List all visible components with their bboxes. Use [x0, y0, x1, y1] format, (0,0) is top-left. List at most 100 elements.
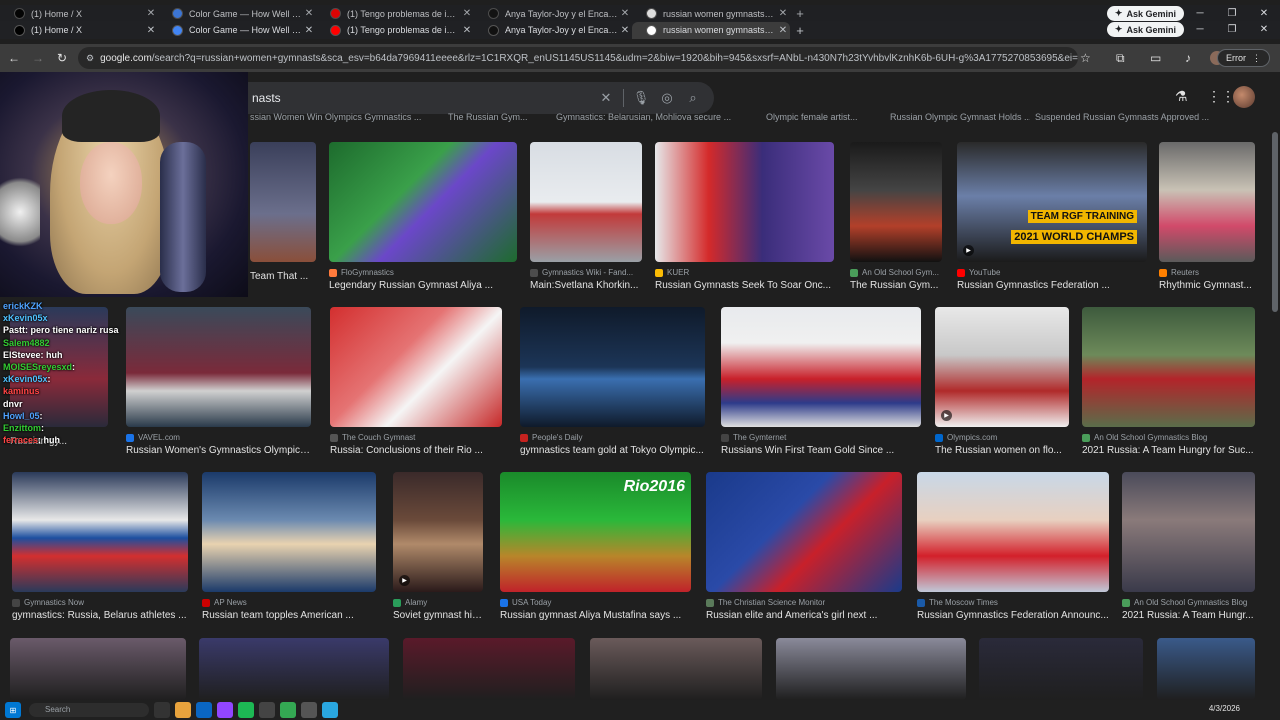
result-source[interactable]: An Old School Gymnastics Blog	[1082, 433, 1255, 442]
result-source[interactable]: USA Today	[500, 598, 691, 607]
result-title[interactable]: Russian Women's Gymnastics Olympic T...	[126, 445, 311, 456]
image-result-card[interactable]: Rio2016 USA Today Russian gymnast Aliya Mu…	[500, 472, 691, 621]
lens-icon[interactable]: ◎	[654, 90, 680, 106]
tab-1[interactable]: (1) Home / X ✕	[0, 22, 158, 39]
new-tab-button[interactable]: +	[790, 23, 810, 38]
cutoff-title[interactable]: Russian Olympic Gymnast Holds ...	[890, 112, 1030, 122]
apps-grid-icon[interactable]: ⋮⋮	[1207, 88, 1235, 105]
result-thumbnail[interactable]	[1082, 307, 1255, 427]
result-title[interactable]: Russian elite and America's girl next ..…	[706, 610, 902, 621]
cutoff-title[interactable]: ssian Women Win Olympics Gymnastics ...	[250, 112, 426, 122]
twitch-icon[interactable]	[217, 702, 233, 718]
cutoff-title[interactable]: Suspended Russian Gymnasts Approved ...	[1035, 112, 1220, 122]
image-result-card[interactable]	[776, 638, 966, 700]
split-view-icon[interactable]: ▭	[1150, 51, 1161, 65]
image-result-card[interactable]: ▶ Alamy Soviet gymnast hi-...	[393, 472, 483, 621]
task-view-icon[interactable]	[154, 702, 170, 718]
tab-close-icon[interactable]: ✕	[776, 25, 790, 36]
result-title[interactable]: Russian team topples American ...	[202, 610, 376, 621]
image-result-card[interactable]: People's Daily gymnastics team gold at To…	[520, 307, 705, 456]
result-thumbnail[interactable]: TEAM RGF TRAINING 2021 WORLD CHAMPS ▶	[957, 142, 1147, 262]
image-result-card[interactable]: TEAM RGF TRAINING 2021 WORLD CHAMPS ▶ YouTu…	[957, 142, 1147, 291]
result-title[interactable]: Russia: Conclusions of their Rio ...	[330, 445, 502, 456]
file-explorer-icon[interactable]	[175, 702, 191, 718]
result-title[interactable]: Soviet gymnast hi-...	[393, 610, 483, 621]
result-title[interactable]: Russian gymnast Aliya Mustafina says ...	[500, 610, 691, 621]
result-source[interactable]: People's Daily	[520, 433, 705, 442]
app-icon[interactable]	[301, 702, 317, 718]
tab-5[interactable]: russian women gymnasts - Goo...✕	[632, 21, 790, 39]
result-thumbnail[interactable]	[403, 638, 575, 700]
scrollbar-thumb[interactable]	[1272, 132, 1278, 312]
store-icon[interactable]	[196, 702, 212, 718]
error-button[interactable]: Error ⋮	[1217, 49, 1270, 67]
search-box[interactable]: nasts ✕ 🎙 ◎ ⌕	[248, 82, 714, 114]
image-result-card[interactable]: The Christian Science Monitor Russian eli…	[706, 472, 902, 621]
result-thumbnail[interactable]	[850, 142, 942, 262]
result-title[interactable]: Russians Win First Team Gold Since ...	[721, 445, 921, 456]
obs-icon[interactable]	[259, 702, 275, 718]
tab-2[interactable]: Color Game — How Well Can Y...✕	[158, 22, 316, 39]
result-title[interactable]: gymnastics team gold at Tokyo Olympic...	[520, 445, 705, 456]
image-result-card[interactable]	[403, 638, 575, 700]
result-thumbnail[interactable]	[329, 142, 517, 262]
result-source[interactable]: The Couch Gymnast	[330, 433, 502, 442]
result-source[interactable]: The Christian Science Monitor	[706, 598, 902, 607]
result-source[interactable]: An Old School Gym...	[850, 268, 942, 277]
restore-button[interactable]: ❐	[1216, 21, 1248, 38]
image-result-card[interactable]: The Moscow Times Russian Gymnastics Feder…	[917, 472, 1109, 621]
scrollbar[interactable]	[1270, 72, 1280, 700]
search-icon[interactable]: ⌕	[680, 90, 706, 106]
result-source[interactable]: The Moscow Times	[917, 598, 1109, 607]
result-thumbnail[interactable]	[10, 638, 186, 700]
site-info-icon[interactable]: ⚙	[86, 53, 94, 64]
cutoff-title[interactable]: Olympic female artist...	[766, 112, 876, 122]
result-thumbnail[interactable]	[520, 307, 705, 427]
image-result-card[interactable]: Gymnastics Now gymnastics: Russia, Belaru…	[12, 472, 188, 621]
image-result-card[interactable]: An Old School Gymnastics Blog 2021 Russia…	[1082, 307, 1255, 456]
result-source[interactable]: Reuters	[1159, 268, 1255, 277]
bookmark-star-icon[interactable]: ☆	[1080, 51, 1091, 65]
result-thumbnail[interactable]: ▶	[393, 472, 483, 592]
image-result-card[interactable]	[199, 638, 389, 700]
result-title[interactable]: The Russian women on flo...	[935, 445, 1069, 456]
search-input[interactable]: nasts	[248, 91, 593, 105]
result-title[interactable]: Main:Svetlana Khorkin...	[530, 280, 642, 291]
result-thumbnail[interactable]: Rio2016	[500, 472, 691, 592]
result-source[interactable]: Gymnastics Wiki - Fand...	[530, 268, 642, 277]
result-thumbnail[interactable]	[655, 142, 834, 262]
spotify-icon[interactable]	[238, 702, 254, 718]
clear-icon[interactable]: ✕	[593, 90, 619, 106]
tab-close-icon[interactable]: ✕	[302, 25, 316, 36]
result-thumbnail[interactable]	[530, 142, 642, 262]
result-thumbnail[interactable]	[706, 472, 902, 592]
result-title[interactable]: Russian Gymnastics Federation ...	[957, 280, 1147, 291]
tab-close-icon[interactable]: ✕	[460, 25, 474, 36]
result-title[interactable]: 2021 Russia: A Team Hungr...	[1122, 610, 1255, 621]
result-source[interactable]: KUER	[655, 268, 834, 277]
image-result-card[interactable]: FloGymnastics Legendary Russian Gymnast A…	[329, 142, 517, 291]
media-icon[interactable]: ♪	[1185, 51, 1191, 65]
result-source[interactable]: Gymnastics Now	[12, 598, 188, 607]
image-result-card[interactable]	[10, 638, 186, 700]
forward-button[interactable]: →	[26, 51, 50, 65]
telegram-icon[interactable]	[322, 702, 338, 718]
back-button[interactable]: ←	[2, 51, 26, 65]
image-result-card[interactable]: Reuters Rhythmic Gymnast...	[1159, 142, 1255, 291]
result-source[interactable]: AP News	[202, 598, 376, 607]
result-title[interactable]: Rhythmic Gymnast...	[1159, 280, 1255, 291]
tab-close-icon[interactable]: ✕	[144, 25, 158, 36]
result-thumbnail[interactable]	[1157, 638, 1255, 700]
result-source[interactable]: An Old School Gymnastics Blog	[1122, 598, 1255, 607]
result-thumbnail[interactable]	[917, 472, 1109, 592]
result-thumbnail[interactable]	[330, 307, 502, 427]
image-result-card[interactable]: The Gymternet Russians Win First Team Gol…	[721, 307, 921, 456]
account-avatar[interactable]	[1233, 86, 1255, 108]
image-result-card[interactable]	[979, 638, 1143, 700]
result-thumbnail[interactable]: ▶	[935, 307, 1069, 427]
image-result-card[interactable]: ▶ Olympics.com The Russian women on flo...	[935, 307, 1069, 456]
image-result-card[interactable]: An Old School Gym... The Russian Gym...	[850, 142, 942, 291]
ask-gemini-button[interactable]: ✦ Ask Gemini	[1106, 22, 1184, 37]
tab-3[interactable]: (1) Tengo problemas de identid...✕	[316, 22, 474, 39]
chrome-icon[interactable]	[280, 702, 296, 718]
